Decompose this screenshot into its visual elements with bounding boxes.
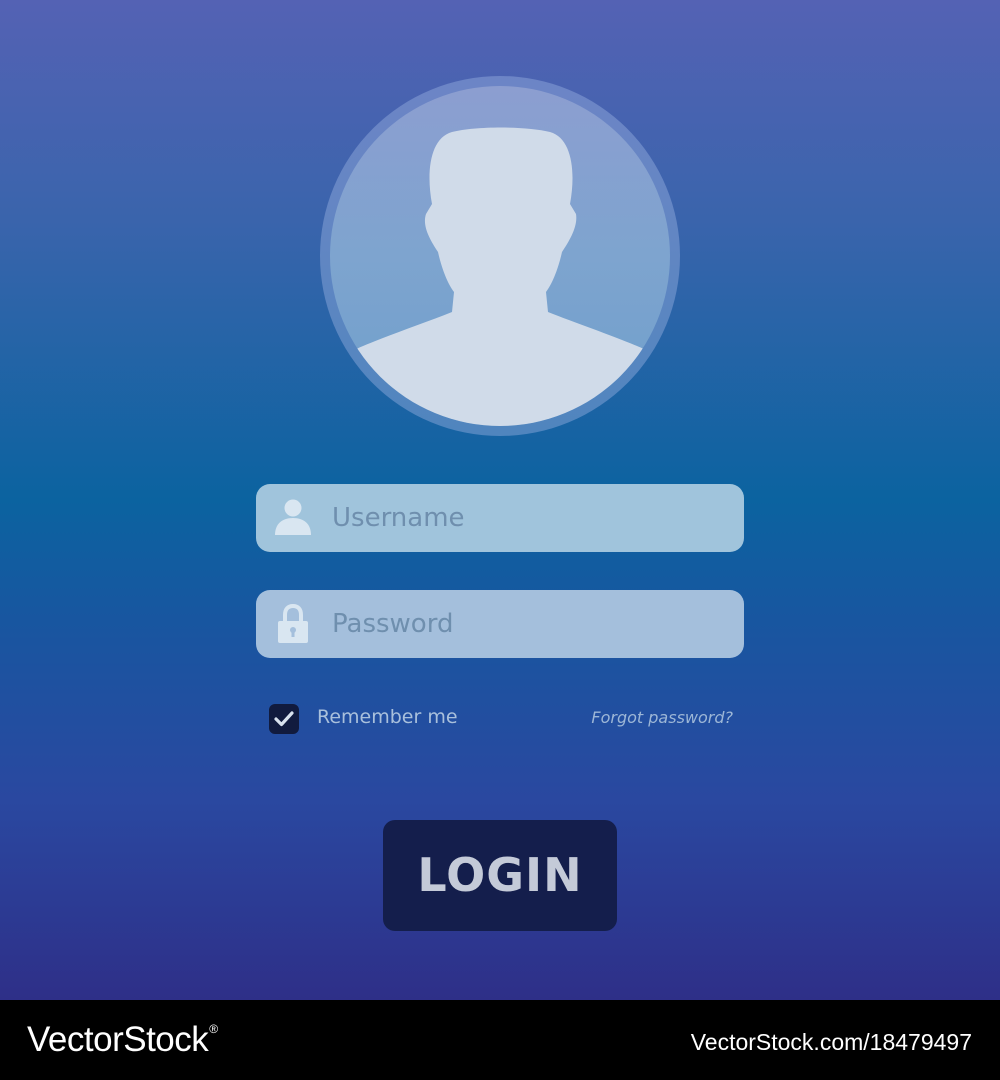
login-button[interactable]: LOGIN xyxy=(383,820,617,931)
login-screen: Remember me Forgot password? LOGIN xyxy=(0,0,1000,1000)
forgot-password-link[interactable]: Forgot password? xyxy=(591,708,733,727)
username-field[interactable] xyxy=(256,484,744,552)
watermark-image-id: VectorStock.com/18479497 xyxy=(690,1029,972,1055)
checkmark-icon xyxy=(274,711,294,727)
password-input[interactable] xyxy=(332,590,732,658)
username-input[interactable] xyxy=(332,484,732,552)
watermark-brand-text: VectorStock xyxy=(27,1020,209,1059)
avatar xyxy=(330,86,670,426)
person-silhouette-icon xyxy=(330,127,670,426)
registered-mark: ® xyxy=(209,1022,218,1036)
watermark-brand: VectorStock® xyxy=(27,1020,218,1060)
remember-me-checkbox[interactable] xyxy=(269,704,299,734)
padlock-icon xyxy=(278,604,308,643)
password-field[interactable] xyxy=(256,590,744,658)
remember-me-label[interactable]: Remember me xyxy=(317,706,458,728)
user-icon xyxy=(275,499,311,535)
watermark-bar: VectorStock® VectorStock.com/18479497 xyxy=(0,1000,1000,1080)
